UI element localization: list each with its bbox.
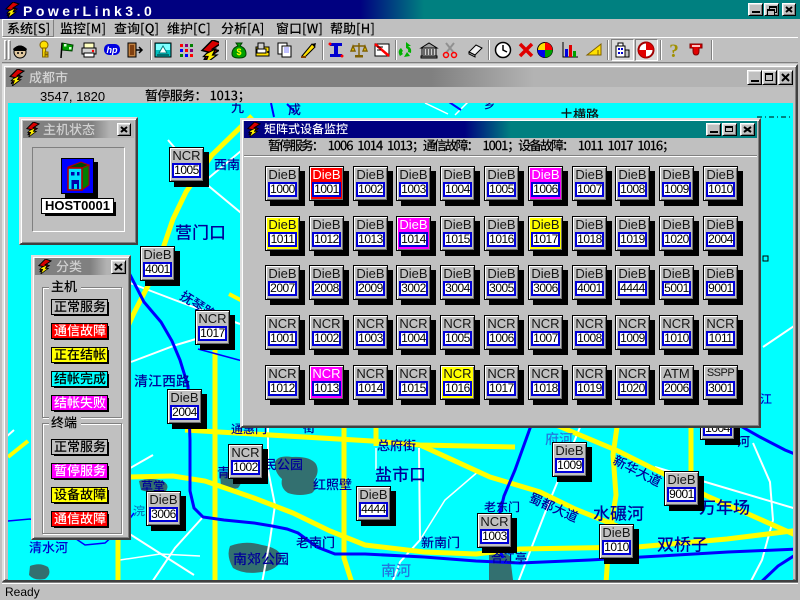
svg-text:?: ? [669, 41, 679, 60]
svg-text:$: $ [236, 47, 241, 57]
svg-text:hp: hp [107, 45, 118, 55]
